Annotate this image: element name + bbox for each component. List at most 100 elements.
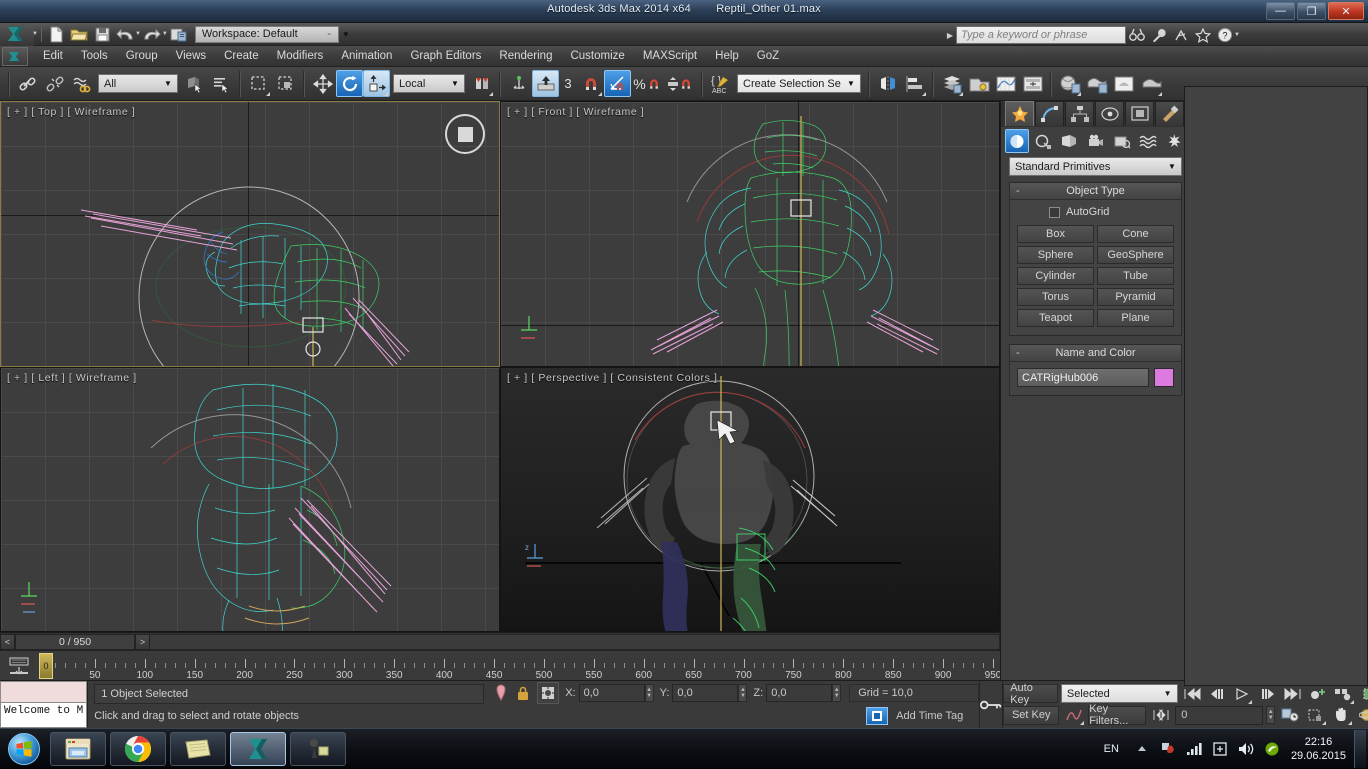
curve-editor-icon[interactable] (992, 70, 1019, 97)
current-frame-display[interactable]: 0 / 950 (15, 634, 135, 650)
autogrid-checkbox[interactable] (1049, 207, 1060, 218)
systems-category-icon[interactable] (1162, 129, 1186, 153)
binoculars-icon[interactable] (1126, 25, 1148, 45)
undo-icon[interactable] (115, 24, 136, 45)
menu-item-tools[interactable]: Tools (72, 48, 117, 64)
snaps-toggle-icon[interactable] (532, 70, 559, 97)
spinner-snap-toggle-icon[interactable] (663, 70, 697, 97)
box-button[interactable]: Box (1017, 225, 1094, 243)
z-spinner[interactable]: ▲▼ (832, 684, 841, 702)
set-keys-icon[interactable] (1307, 684, 1329, 704)
torus-button[interactable]: Torus (1017, 288, 1094, 306)
open-mini-curve-editor-icon[interactable] (0, 651, 38, 680)
time-tag-button[interactable] (866, 707, 888, 725)
name-and-color-rollout-header[interactable]: - Name and Color (1010, 345, 1181, 362)
taskbar-item-zbrush[interactable] (290, 732, 346, 766)
key-mode-toggle-icon[interactable] (1332, 684, 1354, 704)
menu-item-graph-editors[interactable]: Graph Editors (401, 48, 490, 64)
render-setup-icon[interactable] (1083, 70, 1110, 97)
angle-snap-toggle-icon[interactable] (604, 70, 631, 97)
schematic-view-icon[interactable] (1019, 70, 1046, 97)
key-icon[interactable] (980, 694, 1002, 716)
track-bar-keys-area[interactable] (150, 634, 1000, 650)
unlink-selection-icon[interactable] (41, 70, 68, 97)
set-key-button[interactable]: Set Key (1003, 706, 1059, 725)
viewport-perspective[interactable]: z [ + ] [ Perspective ] [ Consistent Col… (500, 367, 1000, 633)
go-to-start-icon[interactable] (1181, 684, 1203, 704)
isolate-selection-icon[interactable] (490, 682, 512, 704)
object-color-swatch[interactable] (1154, 368, 1174, 387)
menu-item-views[interactable]: Views (167, 48, 215, 64)
maxscript-listener-white-pane[interactable]: Welcome to M (0, 703, 87, 728)
restore-button[interactable]: ❐ (1297, 2, 1326, 20)
wrench-icon[interactable] (1148, 25, 1170, 45)
modify-tab[interactable] (1035, 101, 1064, 126)
helpers-category-icon[interactable] (1110, 129, 1134, 153)
add-time-tag-label[interactable]: Add Time Tag (896, 710, 963, 722)
select-and-scale-icon[interactable] (363, 70, 390, 97)
display-tab[interactable] (1125, 101, 1154, 126)
bind-to-space-warp-icon[interactable] (68, 70, 95, 97)
current-frame-spinner[interactable]: ▲▼ (1266, 706, 1275, 724)
percent-snap-toggle-icon[interactable]: % (631, 70, 663, 97)
action-center-icon[interactable] (1209, 738, 1231, 760)
taskbar-item-3ds-max[interactable] (230, 732, 286, 766)
orbit-icon[interactable] (1356, 705, 1368, 725)
select-by-name-icon[interactable] (208, 70, 235, 97)
favorites-star-icon[interactable] (1192, 25, 1214, 45)
taskbar-item-notepad[interactable] (170, 732, 226, 766)
utilities-tab[interactable] (1155, 101, 1184, 126)
menu-item-animation[interactable]: Animation (332, 48, 401, 64)
viewport-left[interactable]: [ + ] [ Left ] [ Wireframe ] (0, 367, 500, 633)
new-file-icon[interactable] (46, 24, 67, 45)
undo-chevron-down-icon[interactable]: ▼ (135, 31, 141, 37)
align-icon[interactable] (901, 70, 928, 97)
selection-lock-icon[interactable] (512, 682, 534, 704)
redo-chevron-down-icon[interactable]: ▼ (162, 31, 168, 37)
menu-item-help[interactable]: Help (706, 48, 748, 64)
window-crossing-icon[interactable] (272, 70, 299, 97)
menu-item-maxscript[interactable]: MAXScript (634, 48, 706, 64)
shapes-category-icon[interactable] (1031, 129, 1055, 153)
render-production-icon[interactable] (1137, 70, 1164, 97)
key-filters-button[interactable]: Key Filters... (1088, 706, 1146, 725)
maxscript-mini-listener[interactable]: Welcome to M (0, 681, 88, 728)
graphite-modeling-icon[interactable] (965, 70, 992, 97)
go-to-end-icon[interactable] (1282, 684, 1304, 704)
rendered-frame-window-icon[interactable] (1110, 70, 1137, 97)
previous-frame-button[interactable]: < (0, 634, 15, 650)
time-configuration-icon[interactable] (1278, 705, 1301, 725)
menu-item-create[interactable]: Create (215, 48, 268, 64)
motion-tab[interactable] (1095, 101, 1124, 126)
subcategory-combo[interactable]: Standard Primitives ▼ (1009, 157, 1182, 176)
current-frame-input[interactable]: 0 (1175, 706, 1263, 725)
object-type-rollout-header[interactable]: - Object Type (1010, 183, 1181, 200)
close-button[interactable]: ✕ (1328, 2, 1364, 20)
workspace-selector[interactable]: Workspace: Default - (195, 26, 339, 43)
pan-view-icon[interactable] (1330, 705, 1353, 725)
workspace-chevron-down-icon[interactable]: ▼ (339, 26, 353, 43)
cone-button[interactable]: Cone (1097, 225, 1174, 243)
key-mode-jump-icon[interactable] (1149, 705, 1172, 725)
hierarchy-tab[interactable] (1065, 101, 1094, 126)
menu-item-rendering[interactable]: Rendering (490, 48, 561, 64)
geometry-category-icon[interactable] (1005, 129, 1029, 153)
select-and-move-icon[interactable] (309, 70, 336, 97)
zoom-icon[interactable] (1358, 684, 1368, 704)
x-coordinate-input[interactable]: 0,0 (579, 684, 645, 702)
redo-icon[interactable] (142, 24, 163, 45)
sphere-button[interactable]: Sphere (1017, 246, 1094, 264)
named-selection-sets-combo[interactable]: Create Selection Se ▼ (737, 74, 861, 93)
play-animation-icon[interactable] (1231, 684, 1253, 704)
menu-item-goz[interactable]: GoZ (748, 48, 788, 64)
object-name-input[interactable]: CATRigHub006 (1017, 368, 1149, 387)
network-icon[interactable] (1183, 738, 1205, 760)
space-warps-category-icon[interactable] (1136, 129, 1160, 153)
help-icon[interactable]: ? (1214, 25, 1236, 45)
autogrid-row[interactable]: AutoGrid (1017, 206, 1174, 218)
zoom-region-icon[interactable] (1304, 705, 1327, 725)
select-and-link-icon[interactable] (14, 70, 41, 97)
maxscript-listener-pink-pane[interactable] (0, 681, 87, 703)
application-menu-button[interactable] (0, 23, 34, 46)
search-expand-chevron-icon[interactable]: ▶ (947, 31, 953, 40)
